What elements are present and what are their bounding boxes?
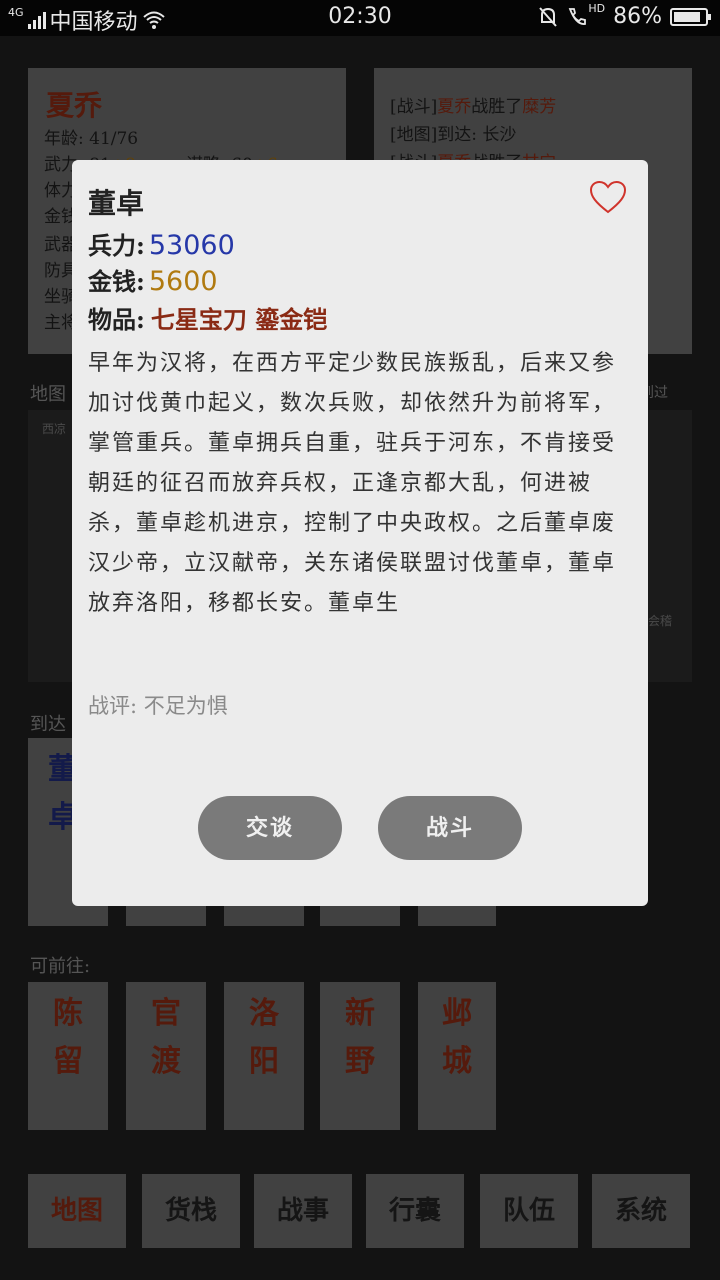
hd-label: HD xyxy=(588,2,606,15)
mute-bell-icon xyxy=(539,6,558,27)
battery-level xyxy=(674,11,700,22)
battle-rating: 战评: 不足为惧 xyxy=(88,694,228,718)
money-label: 金钱: xyxy=(88,267,145,296)
battery-icon xyxy=(670,7,711,26)
character-biography[interactable]: 早年为汉将，在西方平定少数民族叛乱，后来又参加讨伐黄巾起义，数次兵败，却依然升为… xyxy=(88,344,634,664)
talk-button[interactable]: 交谈 xyxy=(198,796,342,860)
dialog-character-name: 董卓 xyxy=(88,187,145,220)
troops-row: 兵力: 53060 xyxy=(88,226,235,261)
items-value: 七星宝刀 鎏金铠 xyxy=(150,305,328,334)
troops-value: 53060 xyxy=(148,230,235,261)
fight-button[interactable]: 战斗 xyxy=(378,796,522,860)
status-bar: 4G 中国移动 02:30 HD 86% xyxy=(0,0,720,36)
items-row: 物品: 七星宝刀 鎏金铠 xyxy=(88,300,327,335)
items-label: 物品: xyxy=(88,305,145,334)
money-row: 金钱: 5600 xyxy=(88,262,218,297)
character-dialog: 董卓 兵力: 53060 金钱: 5600 物品: 七星宝刀 鎏金铠 早年为汉将，在西… xyxy=(72,160,648,906)
troops-label: 兵力: xyxy=(88,231,145,260)
favorite-heart-icon[interactable] xyxy=(589,180,627,216)
status-right: HD 86% xyxy=(538,2,711,29)
battery-percent: 86% xyxy=(613,4,662,29)
phone-hd-icon xyxy=(569,7,587,25)
money-value: 5600 xyxy=(148,266,218,297)
